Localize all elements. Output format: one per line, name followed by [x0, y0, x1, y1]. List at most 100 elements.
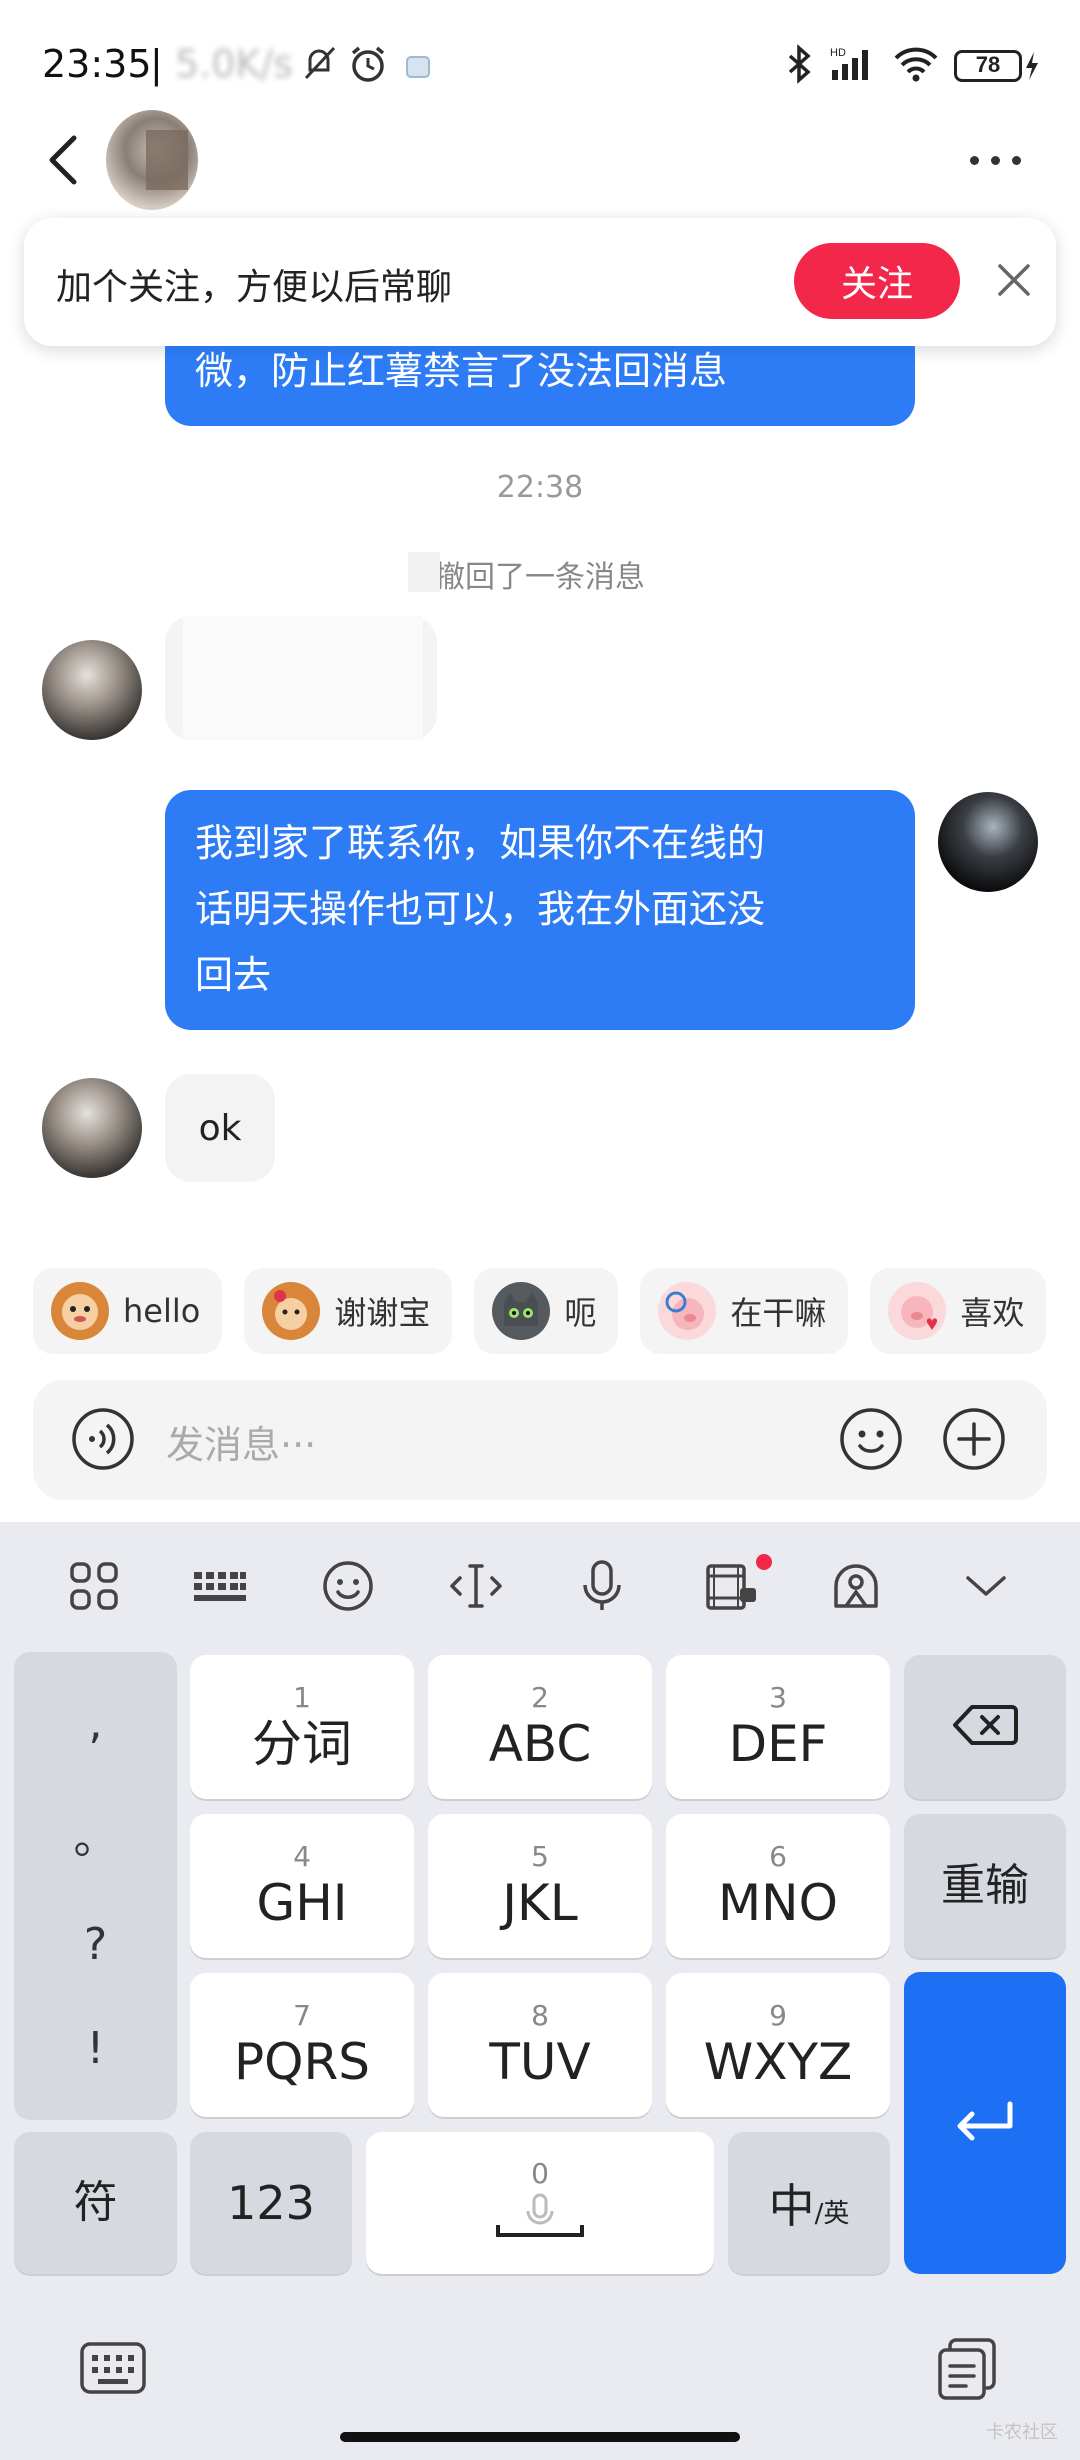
enter-key[interactable] — [904, 1972, 1066, 2274]
key-label: 符 — [73, 2177, 118, 2228]
watermark: 卡农社区 — [986, 2422, 1058, 2443]
punct-key[interactable]: , — [89, 1698, 103, 1749]
mute-icon — [300, 44, 338, 82]
quick-reply-label: 在干嘛 — [730, 1294, 827, 1332]
monkey-sticker-icon — [51, 1282, 109, 1340]
key-label: GHI — [256, 1874, 348, 1932]
timestamp: 22:38 — [496, 470, 584, 505]
contact-avatar[interactable] — [42, 1078, 142, 1178]
video-clip-icon[interactable] — [702, 1558, 758, 1614]
contact-avatar[interactable] — [106, 110, 198, 210]
keyboard-switch-icon[interactable] — [78, 2340, 148, 2396]
message-bubble-sent[interactable]: 我到家了联系你，如果你不在线的 话明天操作也可以，我在外面还没 回去 — [165, 790, 915, 1030]
key-1[interactable]: 1 分词 — [190, 1655, 414, 1799]
quick-reply-chip[interactable]: 呃 — [474, 1268, 619, 1354]
quick-reply-chip[interactable]: 在干嘛 — [640, 1268, 849, 1354]
key-number: 4 — [293, 1840, 311, 1873]
quick-reply-chip[interactable]: hello — [33, 1268, 223, 1354]
notification-dot — [756, 1554, 772, 1570]
status-time: 23:35 — [42, 42, 152, 86]
key-9[interactable]: 9 WXYZ — [666, 1973, 890, 2117]
message-bubble-received-obscured[interactable] — [165, 616, 437, 740]
key-label: JKL — [502, 1874, 578, 1932]
key-label: PQRS — [234, 2033, 370, 2091]
more-options-icon[interactable] — [970, 150, 1030, 170]
clipboard-icon[interactable] — [936, 2336, 998, 2402]
key-5[interactable]: 5 JKL — [428, 1814, 652, 1958]
reinput-key[interactable]: 重输 — [904, 1814, 1066, 1958]
keyboard-layout-icon[interactable] — [192, 1558, 248, 1614]
follow-prompt-text: 加个关注，方便以后常聊 — [56, 267, 453, 308]
home-indicator[interactable] — [340, 2432, 740, 2442]
monkey-flower-sticker-icon — [262, 1282, 321, 1340]
key-number: 6 — [769, 1840, 787, 1873]
emoji-icon[interactable] — [838, 1406, 904, 1472]
key-label: 重输 — [941, 1860, 1029, 1911]
punctuation-column[interactable]: , 。 ? ! — [14, 1652, 177, 2120]
bluetooth-icon — [786, 44, 814, 88]
apps-grid-icon[interactable] — [66, 1558, 122, 1614]
key-number: 8 — [531, 1999, 549, 2032]
key-label: ABC — [488, 1715, 592, 1773]
message-input[interactable]: 发消息··· — [166, 1414, 316, 1469]
space-key[interactable]: 0 — [366, 2132, 714, 2274]
key-7[interactable]: 7 PQRS — [190, 1973, 414, 2117]
emoji-panel-icon[interactable] — [320, 1558, 376, 1614]
dismiss-icon[interactable] — [996, 262, 1032, 298]
key-8[interactable]: 8 TUV — [428, 1973, 652, 2117]
network-speed: 5.0K/s — [175, 42, 293, 86]
key-6[interactable]: 6 MNO — [666, 1814, 890, 1958]
language-switch-key[interactable]: 中 /英 — [728, 2132, 890, 2274]
message-line: 我到家了联系你，如果你不在线的 — [195, 821, 766, 865]
message-bubble-received[interactable]: ok — [165, 1074, 275, 1182]
numbers-key[interactable]: 123 — [190, 2132, 352, 2274]
battery-icon: 78 — [954, 48, 1040, 84]
recall-name-obscured — [408, 552, 440, 592]
key-label: MNO — [718, 1874, 838, 1932]
key-number: 1 — [293, 1681, 311, 1714]
app-notification-icon — [406, 56, 430, 78]
enter-icon — [950, 2096, 1020, 2150]
recall-notice: 撤回了一条消息 — [435, 560, 645, 595]
voice-input-icon[interactable] — [70, 1406, 136, 1472]
key-label: WXYZ — [703, 2033, 853, 2091]
wifi-icon — [892, 44, 940, 88]
contact-avatar[interactable] — [42, 640, 142, 740]
backspace-key[interactable] — [904, 1655, 1066, 1799]
punct-key[interactable]: 。 — [74, 1802, 118, 1866]
skin-theme-icon[interactable] — [828, 1558, 884, 1614]
status-right: HD 78 — [786, 44, 1040, 88]
key-number: 0 — [531, 2157, 549, 2190]
alarm-icon — [348, 44, 388, 84]
quick-reply-label: hello — [123, 1292, 201, 1330]
back-icon[interactable] — [40, 130, 90, 190]
pig-magnifier-sticker-icon — [658, 1282, 717, 1340]
follow-button-label[interactable]: 关注 — [794, 243, 960, 319]
key-sublabel: /英 — [814, 2198, 850, 2229]
quick-replies: hello 谢谢宝 呃 在干嘛 喜欢 — [33, 1268, 1047, 1354]
key-number: 7 — [293, 1999, 311, 2032]
quick-reply-chip[interactable]: 喜欢 — [870, 1268, 1047, 1354]
svg-text:HD: HD — [830, 47, 846, 59]
key-4[interactable]: 4 GHI — [190, 1814, 414, 1958]
key-label: 中 — [768, 2179, 815, 2233]
key-label: TUV — [489, 2033, 591, 2091]
key-number: 5 — [531, 1840, 549, 1873]
plus-icon[interactable] — [941, 1406, 1007, 1472]
message-line: 回去 — [195, 953, 272, 997]
collapse-keyboard-icon[interactable] — [958, 1558, 1014, 1614]
cursor-move-icon[interactable] — [448, 1558, 504, 1614]
message-text: ok — [198, 1107, 242, 1149]
signal-icon: HD — [828, 44, 878, 88]
punct-key[interactable]: ? — [84, 1919, 107, 1970]
key-2[interactable]: 2 ABC — [428, 1655, 652, 1799]
microphone-icon[interactable] — [574, 1558, 630, 1614]
key-3[interactable]: 3 DEF — [666, 1655, 890, 1799]
cat-sticker-icon — [492, 1282, 551, 1340]
punct-key[interactable]: ! — [87, 2023, 105, 2074]
quick-reply-chip[interactable]: 谢谢宝 — [244, 1268, 453, 1354]
quick-reply-label: 呃 — [564, 1294, 597, 1332]
my-avatar[interactable] — [938, 792, 1038, 892]
quick-reply-label: 谢谢宝 — [334, 1294, 431, 1332]
symbols-key[interactable]: 符 — [14, 2132, 177, 2274]
